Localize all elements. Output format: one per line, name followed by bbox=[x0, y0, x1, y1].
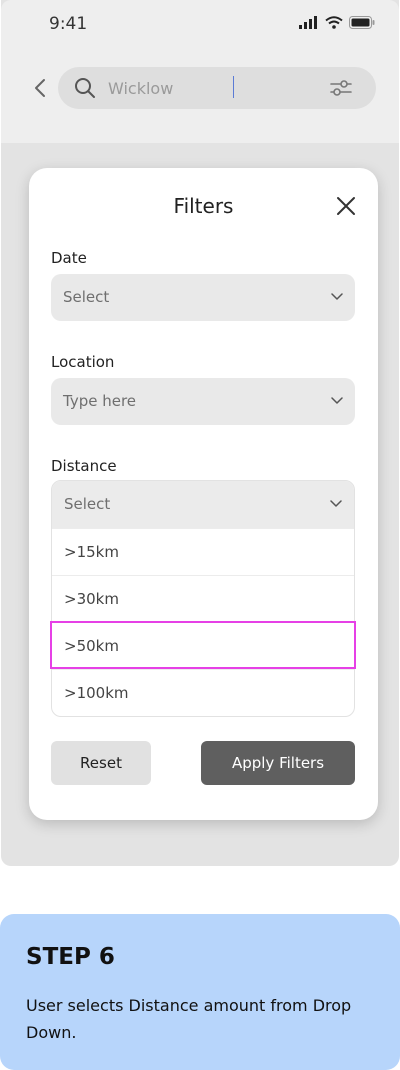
chevron-down-icon bbox=[331, 293, 343, 300]
distance-select-value: Select bbox=[64, 495, 111, 513]
back-chevron-icon[interactable] bbox=[31, 76, 51, 100]
distance-option-label: >30km bbox=[64, 590, 119, 608]
distance-option[interactable]: >15km bbox=[52, 528, 354, 575]
search-icon bbox=[75, 78, 95, 98]
distance-option-label: >15km bbox=[64, 543, 119, 561]
modal-title: Filters bbox=[173, 194, 234, 218]
signal-icon bbox=[299, 16, 317, 29]
reset-button[interactable]: Reset bbox=[51, 741, 151, 785]
filters-modal: Filters Date Select Location Type here D… bbox=[29, 168, 378, 820]
distance-option-selected[interactable]: >50km bbox=[52, 622, 354, 669]
search-bar[interactable] bbox=[58, 67, 376, 109]
top-bar: 9:41 bbox=[1, 0, 399, 143]
chevron-down-icon bbox=[330, 500, 342, 507]
filter-sliders-icon[interactable] bbox=[330, 79, 352, 97]
close-icon[interactable] bbox=[336, 196, 356, 216]
distance-label: Distance bbox=[51, 457, 117, 475]
status-icons bbox=[299, 16, 375, 29]
distance-dropdown: Select >15km >30km >50km >100km bbox=[51, 480, 355, 717]
chevron-down-icon bbox=[331, 397, 343, 404]
step-description: User selects Distance amount from Drop D… bbox=[26, 996, 352, 1042]
phone-screen: 9:41 Wicklow Filters Date Select Locatio… bbox=[1, 0, 399, 866]
step-title: STEP 6 bbox=[26, 944, 115, 970]
search-input[interactable] bbox=[108, 76, 308, 100]
step-card: STEP 6 User selects Distance amount from… bbox=[0, 914, 400, 1070]
wifi-icon bbox=[325, 16, 343, 29]
location-label: Location bbox=[51, 353, 115, 371]
location-select[interactable]: Type here bbox=[51, 378, 355, 425]
distance-option-label: >100km bbox=[64, 684, 129, 702]
status-time: 9:41 bbox=[49, 14, 88, 34]
apply-filters-button[interactable]: Apply Filters bbox=[201, 741, 355, 785]
date-select-value: Select bbox=[63, 288, 110, 306]
text-caret bbox=[233, 76, 234, 98]
distance-option-label: >50km bbox=[64, 637, 119, 655]
distance-option[interactable]: >100km bbox=[52, 669, 354, 716]
location-select-value: Type here bbox=[63, 392, 137, 410]
battery-icon bbox=[349, 16, 375, 29]
distance-select[interactable]: Select bbox=[52, 481, 354, 528]
distance-option[interactable]: >30km bbox=[52, 575, 354, 622]
date-label: Date bbox=[51, 249, 87, 267]
date-select[interactable]: Select bbox=[51, 274, 355, 321]
